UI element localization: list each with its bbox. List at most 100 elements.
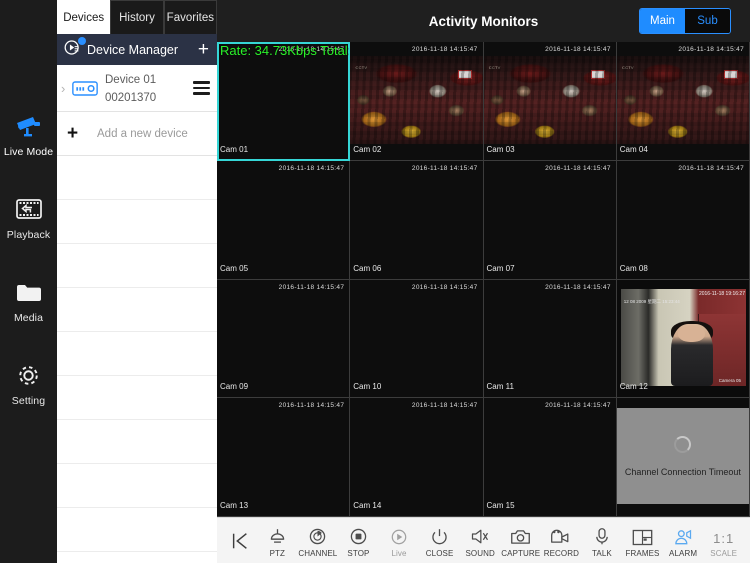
stream-toggle-main[interactable]: Main <box>640 9 685 33</box>
device-manager-header: Device Manager + <box>57 34 217 65</box>
rail-item-live-mode[interactable]: Live Mode <box>0 110 57 168</box>
toolbar-button-alarm[interactable]: ALARM <box>663 518 704 563</box>
cell-label: Cam 08 <box>619 263 648 273</box>
toolbar-button-sound[interactable]: SOUND <box>460 518 501 563</box>
cell-label: Cam 09 <box>220 382 249 392</box>
video-cell-cam-01[interactable]: Rate: 34.73Kbps Total:5.16MB 2016-11-18 … <box>217 42 351 161</box>
cell-timestamp: 2016-11-18 14:15:47 <box>545 402 611 410</box>
back-to-start-icon[interactable] <box>223 531 257 551</box>
tab-devices[interactable]: Devices <box>57 0 111 34</box>
video-cell-cam-15[interactable]: 2016-11-18 14:15:47 Cam 15 <box>483 398 617 517</box>
video-cell-cam-14[interactable]: 2016-11-18 14:15:47 Cam 14 <box>350 398 484 517</box>
list-item <box>57 508 217 552</box>
hamburger-icon[interactable] <box>193 81 210 95</box>
toolbar-button-close[interactable]: CLOSE <box>419 518 460 563</box>
device-serial: 00201370 <box>105 92 157 104</box>
toolbar-button-talk[interactable]: TALK <box>582 518 623 563</box>
alarm-bell-icon <box>673 523 693 546</box>
add-new-device-row[interactable]: + Add a new device <box>57 112 217 156</box>
toolbar-label-ptz: PTZ <box>269 549 285 558</box>
device-manager-title: Device Manager <box>87 42 179 57</box>
connection-timeout-panel: Channel Connection Timeout <box>616 408 749 504</box>
video-cell-cam-13[interactable]: 2016-11-18 14:15:47 Cam 13 <box>217 398 351 517</box>
video-cell-cam-05[interactable]: 2016-11-18 14:15:47 Cam 05 <box>217 160 351 280</box>
toolbar-button-stop[interactable]: STOP <box>338 518 379 563</box>
page-title: Activity Monitors <box>428 13 539 29</box>
cell-label: Cam 07 <box>486 263 515 273</box>
toolbar-button-scale[interactable]: 1:1 SCALE <box>703 518 744 563</box>
cell-label: Cam 05 <box>220 263 249 273</box>
video-grid: Rate: 34.73Kbps Total:5.16MB 2016-11-18 … <box>217 42 750 517</box>
device-list-item[interactable]: › Device 01 00201370 <box>57 65 217 112</box>
crowd-overlay-text: CCTV <box>622 64 634 70</box>
stop-icon <box>349 523 368 546</box>
toolbar-button-ptz[interactable]: PTZ <box>257 518 298 563</box>
toolbar-label-channel: CHANNEL <box>298 549 338 558</box>
toolbar-button-record[interactable]: RECORD <box>541 518 582 563</box>
bottom-toolbar: PTZ CHANNEL STOP Live CLOSE SOUND CAPTUR… <box>217 517 750 563</box>
ptz-icon <box>268 523 287 546</box>
panel-tabs: Devices History Favorites <box>57 0 217 34</box>
tab-favorites[interactable]: Favorites <box>163 0 217 34</box>
toolbar-button-capture[interactable]: CAPTURE <box>500 518 541 563</box>
cell-label: Cam 06 <box>353 263 382 273</box>
toolbar-label-frames: FRAMES <box>625 549 660 558</box>
tab-history[interactable]: History <box>110 0 164 34</box>
cell-timestamp: 2016-11-18 14:15:47 <box>278 402 345 410</box>
rail-label-media: Media <box>13 312 44 324</box>
video-frame-crowd: CCTV <box>616 56 749 144</box>
stream-toggle-sub[interactable]: Sub <box>685 9 730 33</box>
microphone-icon <box>594 523 610 546</box>
rail-label-live-mode: Live Mode <box>3 146 54 158</box>
video-record-icon <box>550 523 572 546</box>
toolbar-button-channel[interactable]: CHANNEL <box>298 518 339 563</box>
cell-timestamp: 2016-11-18 14:15:47 <box>278 164 345 172</box>
video-frame-crowd: CCTV <box>483 56 616 144</box>
app-root: Live Mode Playback Media Setting Devices… <box>0 0 750 563</box>
ratio-1-1-icon: 1:1 <box>713 523 734 546</box>
rail-item-setting[interactable]: Setting <box>0 359 57 417</box>
video-cell-cam-16[interactable]: Channel Connection Timeout <box>616 398 750 517</box>
add-device-plus-button[interactable]: + <box>198 40 209 59</box>
cell-timestamp: 2016-11-18 14:15:47 <box>411 402 478 410</box>
video-cell-cam-12[interactable]: 2016-11-18 19:16:27 12 08 2009 星期二 15:23… <box>616 279 750 399</box>
stream-toggle: Main Sub <box>639 8 731 34</box>
devices-panel: Devices History Favorites Device Manager <box>57 0 217 563</box>
rail-item-media[interactable]: Media <box>0 276 57 334</box>
add-new-device-label: Add a new device <box>97 127 188 140</box>
crowd-overlay-text: CCTV <box>488 64 501 70</box>
list-item <box>57 464 217 508</box>
rail-item-playback[interactable]: Playback <box>0 193 57 251</box>
folder-icon <box>15 276 43 308</box>
stream-rate-overlay: Rate: 34.73Kbps Total:5.16MB <box>220 43 351 58</box>
chevron-right-icon[interactable]: › <box>61 81 72 96</box>
crowd-banner <box>457 70 472 80</box>
playback-icon <box>15 193 43 225</box>
video-cell-cam-08[interactable]: 2016-11-18 14:15:47 Cam 08 <box>616 160 750 280</box>
video-cell-cam-03[interactable]: CCTV 2016-11-18 14:15:47 Cam 03 <box>483 42 617 161</box>
cell-timestamp: 2016-11-18 14:15:47 <box>545 164 611 172</box>
channel-icon <box>308 523 327 546</box>
cell-timestamp: 2016-11-18 14:15:47 <box>545 46 611 53</box>
toolbar-label-close: CLOSE <box>425 549 454 558</box>
video-cell-cam-04[interactable]: CCTV 2016-11-18 14:15:47 Cam 04 <box>616 42 750 161</box>
list-item <box>57 332 217 376</box>
rail-label-playback: Playback <box>6 229 51 241</box>
toolbar-label-sound: SOUND <box>465 549 495 558</box>
room-overlay-camera-label: Camera 05 <box>718 378 741 384</box>
header-bar: Activity Monitors Main Sub <box>217 0 750 42</box>
room-overlay-timestamp: 2016-11-18 19:16:27 <box>698 290 745 297</box>
cell-label: Cam 04 <box>619 144 648 154</box>
video-cell-cam-09[interactable]: 2016-11-18 14:15:47 Cam 09 <box>217 279 351 399</box>
camera-capture-icon <box>510 523 531 546</box>
video-cell-cam-06[interactable]: 2016-11-18 14:15:47 Cam 06 <box>350 160 484 280</box>
cell-timestamp: 2016-11-18 14:15:47 <box>411 164 478 172</box>
toolbar-button-frames[interactable]: FRAMES <box>622 518 663 563</box>
cell-label: Cam 11 <box>486 382 514 392</box>
toolbar-button-live[interactable]: Live <box>379 518 420 563</box>
device-manager-badge <box>78 37 86 45</box>
video-cell-cam-11[interactable]: 2016-11-18 14:15:47 Cam 11 <box>483 279 617 399</box>
video-cell-cam-07[interactable]: 2016-11-18 14:15:47 Cam 07 <box>483 160 617 280</box>
video-cell-cam-02[interactable]: CCTV 2016-11-18 14:15:47 Cam 02 <box>350 42 484 161</box>
video-cell-cam-10[interactable]: 2016-11-18 14:15:47 Cam 10 <box>350 279 484 399</box>
